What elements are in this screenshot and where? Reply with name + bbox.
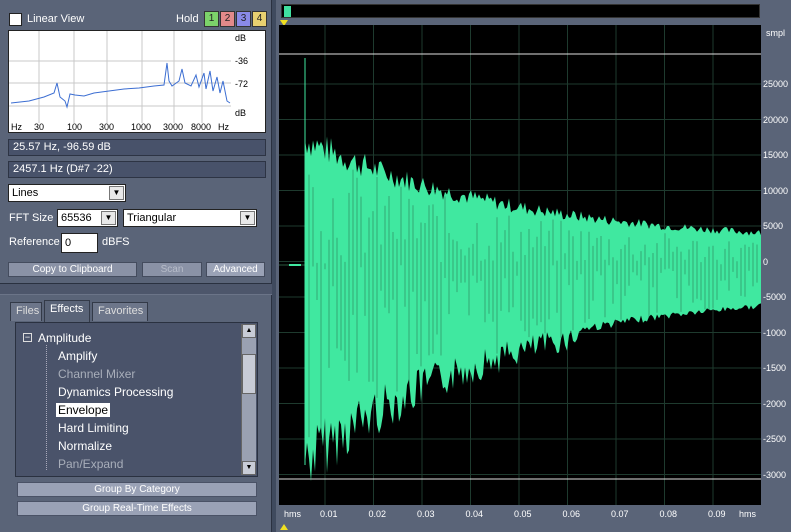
- linear-view-label: Linear View: [27, 13, 85, 25]
- tree-item-pan-expand[interactable]: Pan/Expand: [58, 457, 123, 471]
- amplitude-ruler: smpl 25000 20000 15000 10000 5000 0 -5000 -1000…: [762, 25, 791, 519]
- scroll-thumb[interactable]: [242, 354, 256, 394]
- hold-label: Hold: [176, 13, 199, 25]
- hold-button-2[interactable]: 2: [220, 11, 235, 27]
- tree-root-amplitude[interactable]: Amplitude: [38, 331, 91, 345]
- scan-button[interactable]: Scan: [142, 262, 202, 277]
- scroll-up-icon[interactable]: ▲: [242, 324, 256, 338]
- group-by-category-button[interactable]: Group By Category: [17, 482, 257, 497]
- reference-input[interactable]: 0: [61, 233, 98, 253]
- amplitude-label: -5000: [763, 292, 787, 302]
- amplitude-label: -2500: [763, 434, 787, 444]
- time-label: 0.04: [465, 509, 484, 519]
- time-unit-right: hms: [739, 509, 757, 519]
- amplitude-label: 10000: [763, 185, 789, 196]
- amplitude-label: -2000: [763, 398, 787, 409]
- effects-tree: − Amplitude Amplify Channel Mixer Dynami…: [15, 322, 258, 477]
- spectrum-graph[interactable]: dB -36 -72 dB Hz 30 100 300 1000 3000 80…: [8, 30, 266, 133]
- reference-label: Reference: [9, 236, 60, 248]
- chevron-down-icon: ▼: [240, 211, 255, 225]
- tree-item-normalize[interactable]: Normalize: [58, 439, 112, 453]
- amplitude-label: 5000: [763, 221, 784, 231]
- scroll-down-icon[interactable]: ▼: [242, 461, 256, 475]
- time-label: 0.07: [611, 509, 629, 519]
- spectrum-plot: dB -36 -72 dB Hz 30 100 300 1000 3000 80…: [9, 31, 265, 132]
- collapse-icon[interactable]: −: [23, 333, 32, 342]
- db-bottom-label: dB: [235, 108, 246, 118]
- overview-bar[interactable]: [281, 4, 760, 18]
- tab-files[interactable]: Files: [10, 302, 42, 321]
- tab-effects[interactable]: Effects: [44, 300, 90, 322]
- reference-unit: dBFS: [102, 236, 130, 248]
- amplitude-label: 15000: [763, 150, 789, 160]
- freq-label-1000: 1000: [131, 122, 151, 132]
- tree-scrollbar[interactable]: ▲ ▼: [241, 324, 256, 475]
- amplitude-label: -1500: [763, 363, 787, 373]
- hz-right-label: Hz: [218, 122, 229, 132]
- hold-button-1[interactable]: 1: [204, 11, 219, 27]
- fft-size-value: 65536: [61, 212, 92, 224]
- tree-guide-line: [46, 345, 47, 470]
- freq-label-30: 30: [34, 122, 44, 132]
- time-label: 0.05: [514, 509, 532, 519]
- time-label: 0.03: [417, 509, 435, 519]
- tab-favorites[interactable]: Favorites: [92, 302, 148, 321]
- overview-viewport[interactable]: [284, 6, 291, 17]
- freq-label-8000: 8000: [191, 122, 211, 132]
- tree-item-hard-limiting[interactable]: Hard Limiting: [58, 421, 129, 435]
- window-value: Triangular: [127, 212, 177, 224]
- db-label-36: -36: [235, 56, 248, 66]
- window-select[interactable]: Triangular ▼: [123, 209, 257, 227]
- advanced-button[interactable]: Advanced: [206, 262, 265, 277]
- tree-item-amplify[interactable]: Amplify: [58, 349, 97, 363]
- amplitude-label: -1000: [763, 327, 787, 338]
- graph-type-select[interactable]: Lines ▼: [8, 184, 126, 202]
- tree-item-envelope[interactable]: Envelope: [56, 403, 111, 417]
- db-top-label: dB: [235, 33, 246, 43]
- freq-label-100: 100: [67, 122, 82, 132]
- left-panel: Linear View Hold 1 2 3 4 dB -36 -72 dB H…: [0, 0, 272, 532]
- fft-size-select[interactable]: 65536 ▼: [57, 209, 118, 227]
- cursor-readout: 25.57 Hz, -96.59 dB: [8, 139, 266, 156]
- time-ruler: hms hms 0.01 0.02 0.03 0.04 0.05 0.06 0.07 0.08…: [279, 505, 761, 532]
- amplitude-label: 0: [763, 256, 769, 267]
- audition-window: Linear View Hold 1 2 3 4 dB -36 -72 dB H…: [0, 0, 791, 532]
- frequency-analysis-header: Linear View Hold 1 2 3 4: [6, 11, 268, 31]
- hold-button-4[interactable]: 4: [252, 11, 267, 27]
- hz-left-label: Hz: [11, 122, 22, 132]
- linear-view-checkbox[interactable]: [9, 13, 22, 26]
- graph-type-value: Lines: [12, 187, 39, 199]
- end-marker-icon[interactable]: [280, 524, 288, 530]
- waveform-plot: [279, 25, 762, 505]
- hold-button-3[interactable]: 3: [236, 11, 251, 27]
- tree-item-channel-mixer[interactable]: Channel Mixer: [58, 367, 135, 381]
- amplitude-label: -3000: [763, 469, 787, 480]
- peak-readout: 2457.1 Hz (D#7 -22): [8, 161, 266, 178]
- time-label: 0.08: [659, 509, 678, 519]
- chevron-down-icon: ▼: [101, 211, 116, 225]
- time-label: 0.02: [368, 509, 387, 519]
- chevron-down-icon: ▼: [109, 186, 124, 200]
- panel-splitter[interactable]: [0, 283, 272, 295]
- time-label: 0.09: [708, 509, 726, 519]
- freq-label-300: 300: [99, 122, 114, 132]
- time-label: 0.01: [320, 509, 338, 519]
- time-label: 0.06: [562, 509, 581, 519]
- group-realtime-effects-button[interactable]: Group Real-Time Effects: [17, 501, 257, 516]
- tree-item-dynamics-processing[interactable]: Dynamics Processing: [58, 385, 173, 399]
- copy-to-clipboard-button[interactable]: Copy to Clipboard: [8, 262, 137, 277]
- waveform-display[interactable]: [279, 25, 762, 519]
- freq-label-3000: 3000: [163, 122, 183, 132]
- fft-size-label: FFT Size: [9, 212, 54, 224]
- db-label-72: -72: [235, 79, 248, 89]
- amplitude-label: 25000: [763, 79, 789, 89]
- time-unit-left: hms: [284, 509, 302, 519]
- amplitude-unit-label: smpl: [766, 28, 786, 38]
- amplitude-label: 20000: [763, 114, 789, 125]
